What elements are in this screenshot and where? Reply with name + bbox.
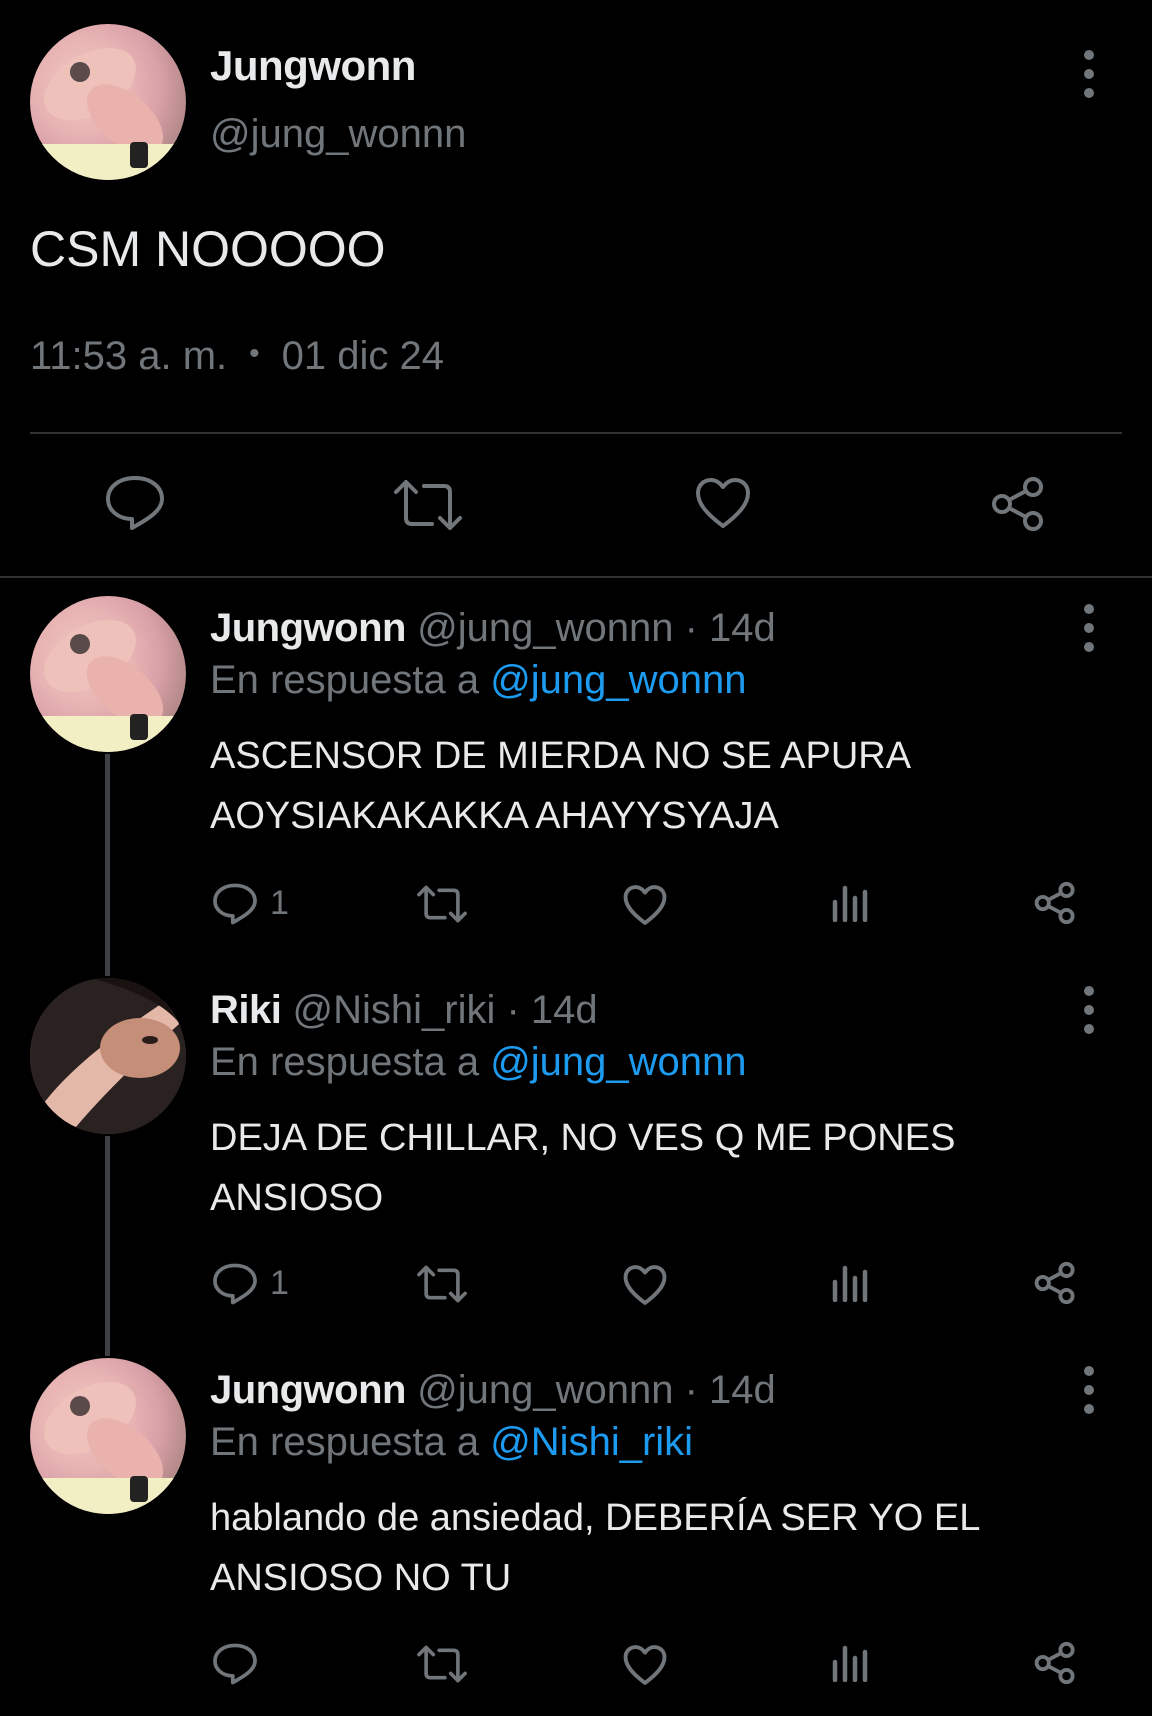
divider [30, 432, 1122, 434]
views-icon [832, 885, 868, 922]
main-author-handle[interactable]: @jung_wonnn [210, 112, 466, 157]
reply-age: · 14d [506, 988, 598, 1032]
tweet-time: 11:53 a. m. [30, 334, 228, 378]
share-button[interactable] [1032, 880, 1078, 926]
like-button[interactable] [622, 1644, 668, 1686]
views-button[interactable] [832, 1642, 870, 1682]
reply-prefix: En respuesta a [210, 1040, 480, 1084]
retweet-icon [417, 1265, 467, 1303]
like-button[interactable] [622, 1264, 668, 1306]
retweet-button[interactable] [416, 1264, 468, 1304]
reply-author-handle[interactable]: @jung_wonnn [417, 1368, 673, 1412]
meta-separator: • [249, 337, 260, 370]
main-author-avatar[interactable] [30, 24, 186, 180]
thread-line [105, 754, 110, 976]
share-button[interactable] [1032, 1260, 1078, 1306]
tweet-date: 01 dic 24 [281, 334, 445, 378]
share-icon [1034, 1641, 1075, 1685]
reply-to-link[interactable]: @Nishi_riki [490, 1420, 693, 1464]
reply-icon [213, 1263, 257, 1305]
main-author-name[interactable]: Jungwonn [210, 42, 416, 90]
reply-author-name[interactable]: Jungwonn [210, 606, 406, 650]
reply-button[interactable] [212, 1262, 258, 1306]
views-button[interactable] [832, 1262, 870, 1302]
main-tweet-timestamp: 11:53 a. m. • 01 dic 24 [30, 334, 444, 379]
reply-text: ASCENSOR DE MIERDA NO SE APURA AOYSIAKAK… [210, 735, 909, 837]
views-icon [832, 1645, 868, 1682]
share-button[interactable] [988, 474, 1048, 534]
reply-icon [213, 1643, 257, 1685]
like-icon [623, 885, 667, 925]
retweet-icon [417, 1645, 467, 1683]
reply-author-avatar[interactable] [30, 978, 186, 1134]
share-icon [992, 477, 1043, 531]
share-icon [1034, 1261, 1075, 1305]
reply-to-line: En respuesta a @jung_wonnn [210, 658, 747, 703]
reply-text: DEJA DE CHILLAR, NO VES Q ME PONES ANSIO… [210, 1117, 956, 1219]
reply-button[interactable] [212, 882, 258, 926]
retweet-button[interactable] [392, 478, 464, 532]
reply-to-link[interactable]: @jung_wonnn [490, 1040, 746, 1084]
reply-author-handle[interactable]: @jung_wonnn [417, 606, 673, 650]
reply-to-line: En respuesta a @jung_wonnn [210, 1040, 747, 1085]
more-options-icon[interactable] [1069, 598, 1109, 658]
like-button[interactable] [622, 884, 668, 926]
reply-author-handle[interactable]: @Nishi_riki [292, 988, 495, 1032]
reply-count: 1 [270, 1264, 289, 1302]
more-options-icon[interactable] [1069, 44, 1109, 104]
reply-age: · 14d [684, 1368, 776, 1412]
section-divider [0, 576, 1152, 578]
thread-line [105, 1136, 110, 1356]
retweet-button[interactable] [416, 1644, 468, 1684]
reply-to-line: En respuesta a @Nishi_riki [210, 1420, 693, 1465]
reply-header: Jungwonn @jung_wonnn · 14d [210, 606, 776, 651]
reply-to-link[interactable]: @jung_wonnn [490, 658, 746, 702]
main-tweet-text: CSM NOOOOO [30, 221, 386, 277]
reply-count: 1 [270, 884, 289, 922]
retweet-icon [417, 885, 467, 923]
reply-button[interactable] [212, 1642, 258, 1686]
views-icon [832, 1265, 868, 1302]
reply-header: Jungwonn @jung_wonnn · 14d [210, 1368, 776, 1413]
views-button[interactable] [832, 882, 870, 922]
reply-icon [106, 476, 164, 530]
reply-button[interactable] [104, 474, 166, 532]
more-options-icon[interactable] [1069, 1360, 1109, 1420]
like-button[interactable] [694, 476, 752, 530]
retweet-button[interactable] [416, 884, 468, 924]
retweet-icon [394, 480, 462, 530]
share-icon [1034, 881, 1075, 925]
like-icon [696, 478, 750, 528]
reply-age: · 14d [684, 606, 776, 650]
share-button[interactable] [1032, 1640, 1078, 1686]
reply-header: Riki @Nishi_riki · 14d [210, 988, 598, 1033]
reply-text: hablando de ansiedad, DEBERÍA SER YO EL … [210, 1497, 979, 1599]
reply-author-name[interactable]: Jungwonn [210, 1368, 406, 1412]
reply-author-avatar[interactable] [30, 1358, 186, 1514]
reply-author-name[interactable]: Riki [210, 988, 282, 1032]
like-icon [623, 1265, 667, 1305]
like-icon [623, 1645, 667, 1685]
reply-icon [213, 883, 257, 925]
more-options-icon[interactable] [1069, 980, 1109, 1040]
reply-prefix: En respuesta a [210, 658, 480, 702]
reply-prefix: En respuesta a [210, 1420, 480, 1464]
reply-author-avatar[interactable] [30, 596, 186, 752]
